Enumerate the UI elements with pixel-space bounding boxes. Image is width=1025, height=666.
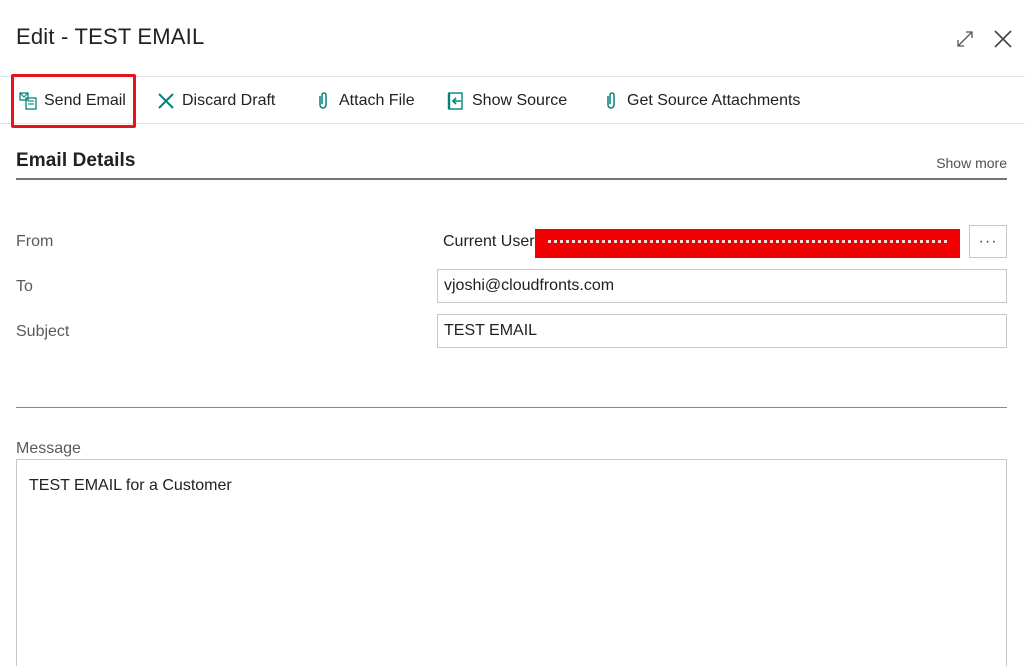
- send-email-button[interactable]: Send Email: [18, 77, 126, 125]
- section-title: Email Details: [16, 150, 136, 171]
- attach-file-button[interactable]: Attach File: [313, 77, 415, 125]
- message-body-field[interactable]: TEST EMAIL for a Customer: [16, 459, 1007, 666]
- from-label: From: [16, 233, 54, 250]
- get-source-attachments-label: Get Source Attachments: [627, 92, 801, 109]
- attach-file-label: Attach File: [339, 92, 415, 109]
- to-field[interactable]: vjoshi@cloudfronts.com: [437, 269, 1007, 303]
- redaction-box: [535, 229, 960, 258]
- page-title: Edit - TEST EMAIL: [16, 24, 205, 49]
- send-email-label: Send Email: [44, 92, 126, 109]
- get-source-attachments-button[interactable]: Get Source Attachments: [601, 77, 800, 125]
- subject-field[interactable]: TEST EMAIL: [437, 314, 1007, 348]
- action-bar: Send Email Discard Draft Attach File Sho…: [0, 76, 1025, 124]
- discard-draft-label: Discard Draft: [182, 92, 276, 109]
- redaction-strikethrough: [548, 240, 948, 243]
- section-underline: [16, 178, 1007, 180]
- email-editor-page: Edit - TEST EMAIL Send Email Discard Dra…: [0, 0, 1025, 666]
- show-source-label: Show Source: [472, 92, 568, 109]
- show-source-icon: [446, 91, 466, 111]
- close-icon[interactable]: [990, 26, 1016, 52]
- from-lookup-button[interactable]: ···: [969, 225, 1007, 258]
- subject-label: Subject: [16, 323, 70, 340]
- discard-draft-button[interactable]: Discard Draft: [156, 77, 275, 125]
- message-label: Message: [16, 440, 81, 457]
- send-email-icon: [18, 91, 38, 111]
- paperclip-icon: [601, 91, 621, 111]
- paperclip-icon: [313, 91, 333, 111]
- show-more-link[interactable]: Show more: [936, 155, 1007, 171]
- x-icon: [156, 91, 176, 111]
- show-source-button[interactable]: Show Source: [446, 77, 567, 125]
- from-value[interactable]: Current User: [443, 233, 535, 251]
- section-divider: [16, 407, 1007, 408]
- expand-icon[interactable]: [952, 26, 978, 52]
- to-label: To: [16, 278, 33, 295]
